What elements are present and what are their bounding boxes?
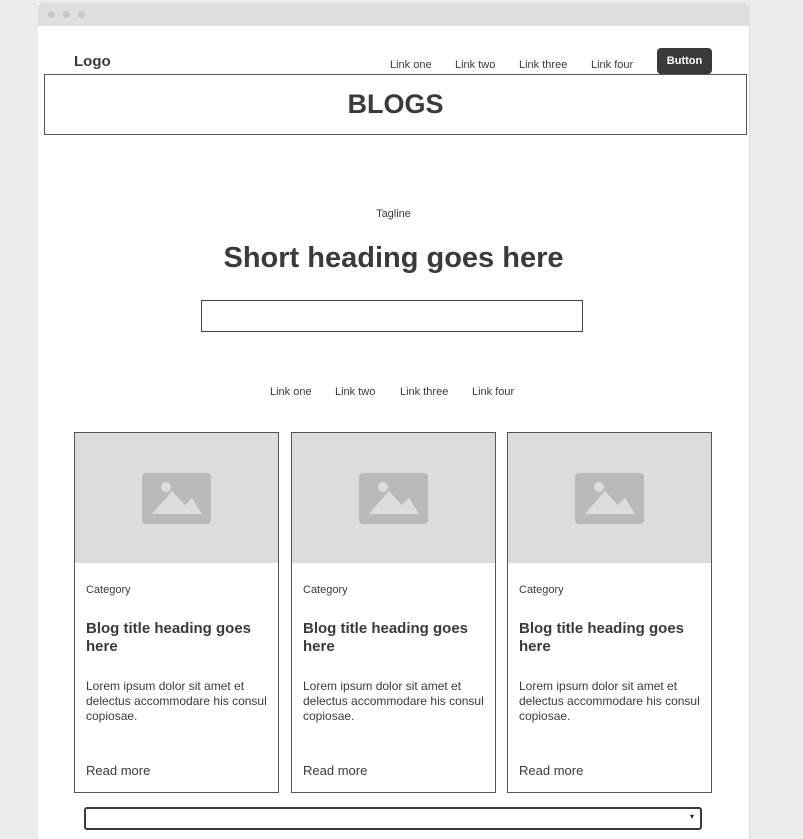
window-dot-icon (48, 11, 55, 18)
window-dot-icon (78, 11, 85, 18)
card-category: Category (519, 584, 564, 596)
card-category: Category (303, 584, 348, 596)
filter-link-one[interactable]: Link one (270, 386, 312, 398)
filter-link-two[interactable]: Link two (335, 386, 375, 398)
nav-link-three[interactable]: Link three (519, 59, 567, 71)
dropdown-select[interactable]: ▾ (84, 807, 702, 830)
page-title-banner: BLOGS (44, 74, 747, 135)
card-excerpt: Lorem ipsum dolor sit amet et delectus a… (86, 679, 267, 723)
image-placeholder-icon (142, 473, 211, 524)
image-placeholder-icon (575, 473, 644, 524)
read-more-link[interactable]: Read more (519, 763, 583, 778)
search-input[interactable] (201, 300, 583, 332)
window-titlebar (38, 3, 749, 26)
card-image (508, 433, 711, 563)
dropdown-arrow-icon: ▾ (689, 812, 694, 821)
card-category: Category (86, 584, 131, 596)
card-excerpt: Lorem ipsum dolor sit amet et delectus a… (303, 679, 484, 723)
nav-link-two[interactable]: Link two (455, 59, 495, 71)
read-more-link[interactable]: Read more (86, 763, 150, 778)
card-title[interactable]: Blog title heading goes here (519, 620, 704, 656)
image-placeholder-icon (359, 473, 428, 524)
window-dot-icon (63, 11, 70, 18)
card-image (292, 433, 495, 563)
card-image (75, 433, 278, 563)
blog-card[interactable]: Category Blog title heading goes here Lo… (507, 432, 712, 793)
main-heading: Short heading goes here (223, 242, 564, 274)
tagline: Tagline (376, 208, 411, 220)
card-title[interactable]: Blog title heading goes here (86, 620, 271, 656)
card-excerpt: Lorem ipsum dolor sit amet et delectus a… (519, 679, 700, 723)
card-title[interactable]: Blog title heading goes here (303, 620, 488, 656)
blog-card[interactable]: Category Blog title heading goes here Lo… (291, 432, 496, 793)
browser-window: Logo Link one Link two Link three Link f… (38, 3, 750, 839)
header-button[interactable]: Button (657, 48, 712, 74)
filter-link-three[interactable]: Link three (400, 386, 448, 398)
logo[interactable]: Logo (74, 53, 111, 70)
nav-link-one[interactable]: Link one (390, 59, 432, 71)
read-more-link[interactable]: Read more (303, 763, 367, 778)
blog-card[interactable]: Category Blog title heading goes here Lo… (74, 432, 279, 793)
filter-link-four[interactable]: Link four (472, 386, 514, 398)
nav-link-four[interactable]: Link four (591, 59, 633, 71)
